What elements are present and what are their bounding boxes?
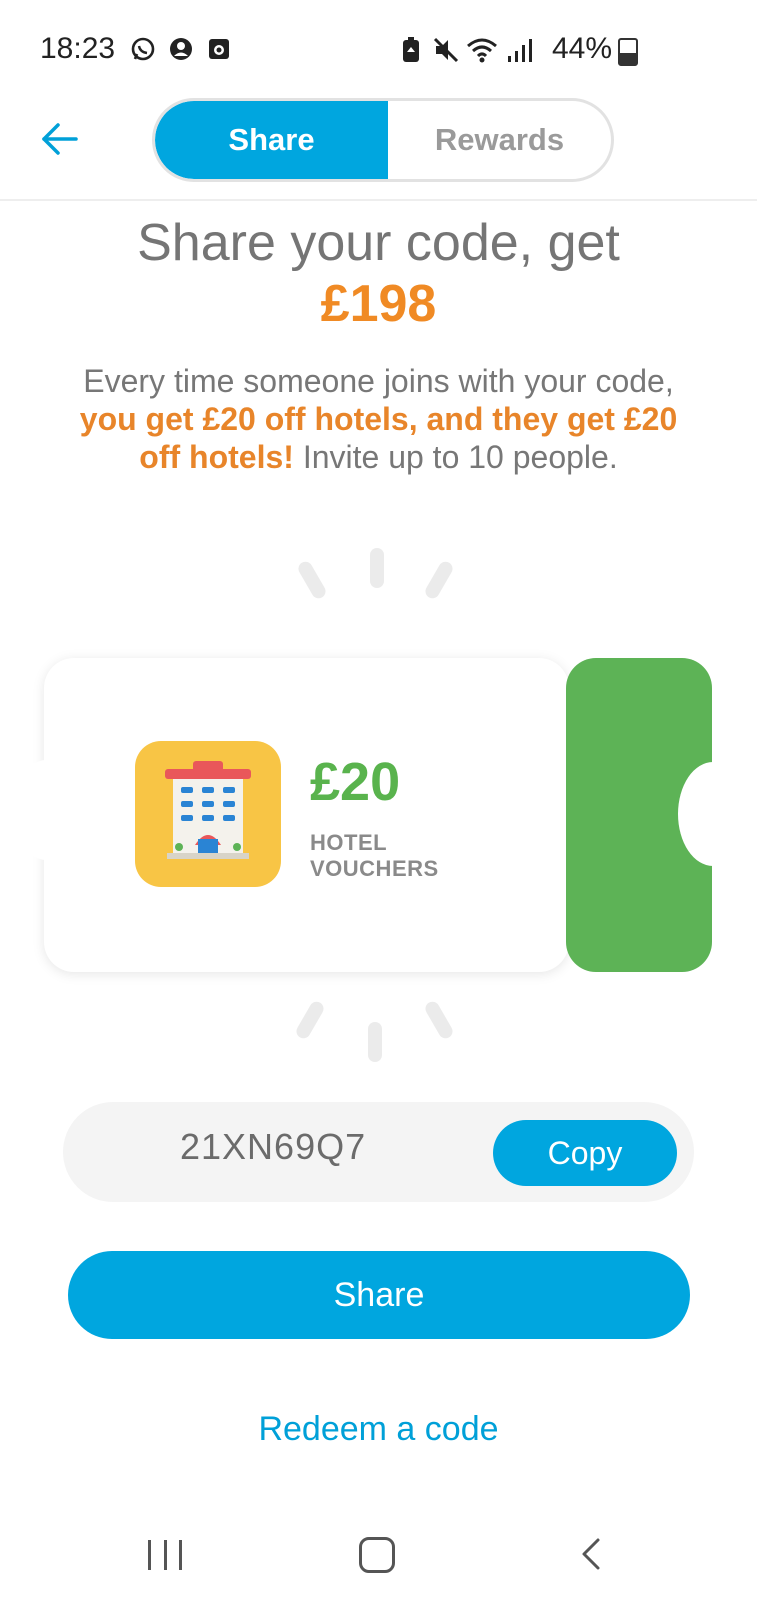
page-title: Share your code, get — [137, 214, 620, 272]
share-button[interactable]: Share — [68, 1251, 690, 1339]
ticket-notch — [678, 762, 748, 866]
voucher-label: HOTEL VOUCHERS — [310, 830, 439, 882]
system-nav-bar — [0, 1500, 757, 1600]
home-icon[interactable] — [359, 1537, 395, 1573]
description-text-end: Invite up to 10 people. — [293, 439, 618, 475]
back-arrow-icon[interactable] — [38, 117, 82, 161]
voucher-stub — [566, 658, 748, 972]
description-text: Every time someone joins with your code, — [83, 363, 674, 399]
sparkle-decoration — [295, 559, 329, 601]
description: Every time someone joins with your code,… — [60, 362, 697, 476]
status-time: 18:23 — [40, 32, 116, 65]
battery-icon — [618, 38, 638, 66]
wifi-icon — [467, 38, 497, 63]
referral-code: 21XN69Q7 — [180, 1126, 367, 1167]
recent-apps-icon[interactable] — [148, 1540, 182, 1570]
header: Share Rewards — [0, 95, 757, 201]
sparkle-decoration — [422, 999, 456, 1041]
voucher-ticket — [14, 658, 569, 972]
battery-saver-icon — [403, 37, 419, 62]
back-icon[interactable] — [578, 1536, 602, 1572]
redeem-code-link[interactable]: Redeem a code — [0, 1410, 757, 1449]
whatsapp-icon — [131, 37, 155, 61]
tab-rewards[interactable]: Rewards — [388, 101, 611, 179]
sparkle-decoration — [293, 999, 327, 1041]
reward-total: £198 — [320, 275, 437, 333]
voucher-label-line1: HOTEL — [310, 830, 388, 855]
signal-icon — [508, 39, 532, 62]
ticket-notch — [14, 760, 78, 860]
account-icon — [170, 38, 192, 60]
hotel-tile — [135, 741, 281, 887]
tab-switcher: Share Rewards — [152, 98, 614, 182]
voucher-label-line2: VOUCHERS — [310, 856, 439, 881]
screen-record-icon — [209, 39, 229, 59]
status-bar: 18:23 44% — [0, 0, 757, 95]
sparkle-decoration — [422, 559, 456, 601]
hotel-icon — [165, 761, 251, 859]
sparkle-decoration — [370, 548, 384, 588]
battery-percent: 44% — [552, 32, 613, 65]
copy-button[interactable]: Copy — [493, 1120, 677, 1186]
tab-share[interactable]: Share — [155, 101, 388, 179]
sparkle-decoration — [368, 1022, 382, 1062]
mute-icon — [433, 37, 459, 63]
voucher-amount: £20 — [310, 752, 401, 812]
